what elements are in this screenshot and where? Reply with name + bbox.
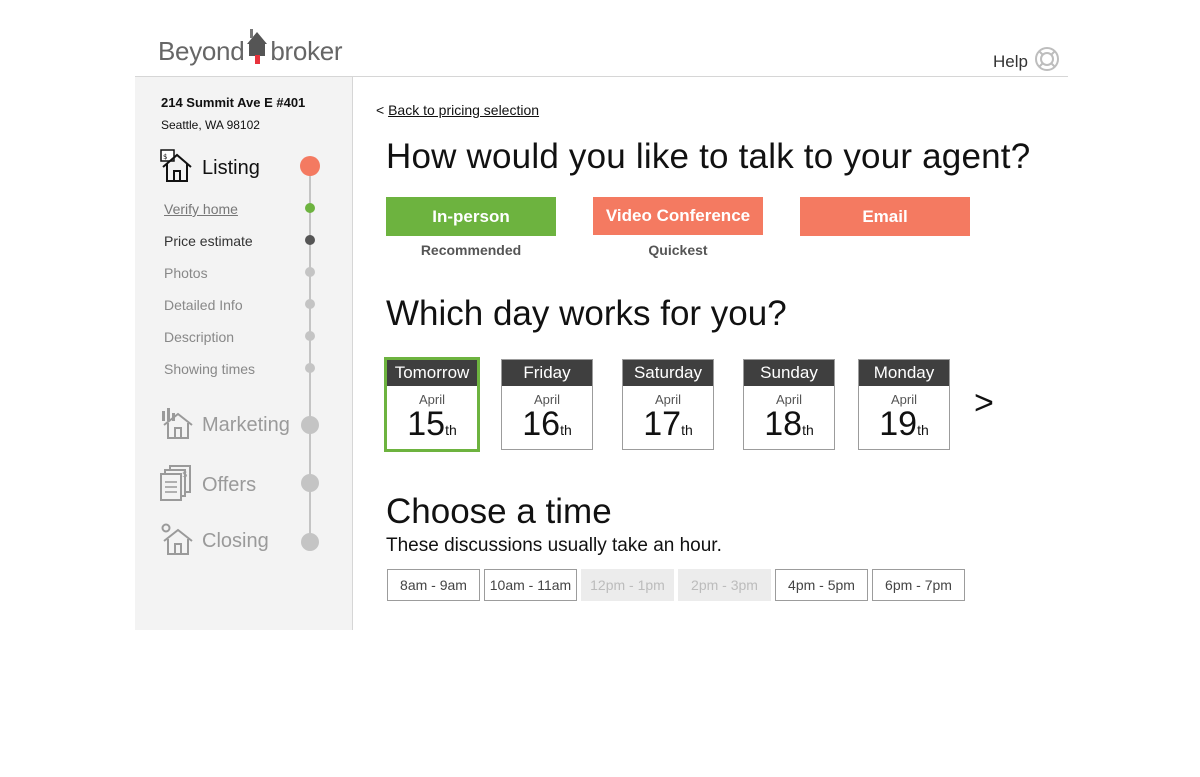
step-dot-pending: [305, 299, 315, 309]
logo-word-broker: broker: [270, 36, 343, 66]
offers-status-dot: [301, 474, 319, 492]
day-name: Friday: [502, 360, 592, 386]
step-dot-pending: [305, 331, 315, 341]
back-to-pricing-link[interactable]: < Back to pricing selection: [376, 102, 539, 118]
listing-status-dot: [300, 156, 320, 176]
sidebar-step-photos[interactable]: Photos: [164, 265, 208, 281]
help-button[interactable]: Help: [993, 46, 1060, 77]
logo-house-icon: [245, 28, 269, 68]
sidebar-step-verify-home[interactable]: Verify home: [164, 201, 238, 217]
day-suffix: th: [560, 422, 572, 438]
in-person-button[interactable]: In-person: [386, 197, 556, 236]
step-dot-pending: [305, 267, 315, 277]
svg-text:$: $: [182, 470, 188, 480]
address-line1: 214 Summit Ave E #401: [161, 95, 306, 110]
day-suffix: th: [445, 422, 457, 438]
day-number: 18: [764, 405, 803, 443]
day-card-sunday[interactable]: Sunday April 18th: [743, 359, 835, 450]
sidebar-step-detailed-info[interactable]: Detailed Info: [164, 297, 243, 313]
step-dot-pending: [305, 363, 315, 373]
help-label: Help: [993, 51, 1028, 71]
sidebar-section-closing[interactable]: Closing: [160, 523, 269, 560]
day-number: 19: [879, 405, 918, 443]
day-suffix: th: [681, 422, 693, 438]
house-icon: $: [160, 149, 194, 188]
documents-dollar-icon: $: [160, 465, 194, 506]
time-subheading: These discussions usually take an hour.: [386, 535, 722, 556]
video-conference-note: Quickest: [648, 242, 708, 258]
closing-status-dot: [301, 533, 319, 551]
day-name: Sunday: [744, 360, 834, 386]
day-suffix: th: [802, 422, 814, 438]
time-slot-10am[interactable]: 10am - 11am: [484, 569, 577, 601]
sidebar-section-label: Listing: [202, 157, 260, 179]
house-chart-icon: [160, 407, 194, 444]
time-slot-6pm[interactable]: 6pm - 7pm: [872, 569, 965, 601]
sidebar-section-label: Offers: [202, 474, 257, 496]
time-slot-12pm: 12pm - 1pm: [581, 569, 674, 601]
day-card-friday[interactable]: Friday April 16th: [501, 359, 593, 450]
time-slot-2pm: 2pm - 3pm: [678, 569, 771, 601]
sidebar-section-label: Marketing: [202, 414, 290, 436]
day-number: 15: [407, 405, 446, 443]
svg-text:$: $: [163, 153, 167, 161]
back-chevron: <: [376, 102, 385, 118]
day-suffix: th: [917, 422, 929, 438]
day-card-saturday[interactable]: Saturday April 17th: [622, 359, 714, 450]
logo-word-beyond: Beyond: [158, 36, 245, 66]
day-number: 16: [522, 405, 561, 443]
time-slot-8am[interactable]: 8am - 9am: [387, 569, 480, 601]
house-gear-icon: [160, 523, 194, 560]
time-slot-4pm[interactable]: 4pm - 5pm: [775, 569, 868, 601]
sidebar-step-showing-times[interactable]: Showing times: [164, 361, 255, 377]
time-heading: Choose a time: [386, 492, 612, 531]
day-heading: Which day works for you?: [386, 294, 787, 333]
brand-logo[interactable]: Beyond broker: [158, 24, 343, 68]
day-name: Saturday: [623, 360, 713, 386]
sidebar-section-offers[interactable]: $ Offers: [160, 465, 256, 506]
marketing-status-dot: [301, 416, 319, 434]
sidebar-step-price-estimate[interactable]: Price estimate: [164, 233, 253, 249]
day-name: Monday: [859, 360, 949, 386]
email-button[interactable]: Email: [800, 197, 970, 236]
step-dot-current: [305, 235, 315, 245]
address-line2: Seattle, WA 98102: [161, 118, 260, 132]
video-conference-button[interactable]: Video Conference: [593, 197, 763, 235]
day-name: Tomorrow: [387, 360, 477, 386]
sidebar-section-label: Closing: [202, 530, 269, 552]
sidebar-section-marketing[interactable]: Marketing: [160, 407, 290, 444]
in-person-note: Recommended: [420, 242, 522, 258]
next-days-arrow[interactable]: >: [974, 384, 994, 423]
sidebar-step-description[interactable]: Description: [164, 329, 234, 345]
day-card-tomorrow[interactable]: Tomorrow April 15th: [384, 357, 480, 452]
sidebar-section-listing[interactable]: $ Listing: [160, 149, 260, 188]
day-card-monday[interactable]: Monday April 19th: [858, 359, 950, 450]
progress-sidebar: 214 Summit Ave E #401 Seattle, WA 98102 …: [135, 77, 353, 630]
back-link-label: Back to pricing selection: [388, 102, 540, 118]
step-dot-done: [305, 203, 315, 213]
agent-contact-heading: How would you like to talk to your agent…: [386, 137, 1031, 176]
lifebuoy-icon: [1034, 46, 1060, 77]
day-number: 17: [643, 405, 682, 443]
